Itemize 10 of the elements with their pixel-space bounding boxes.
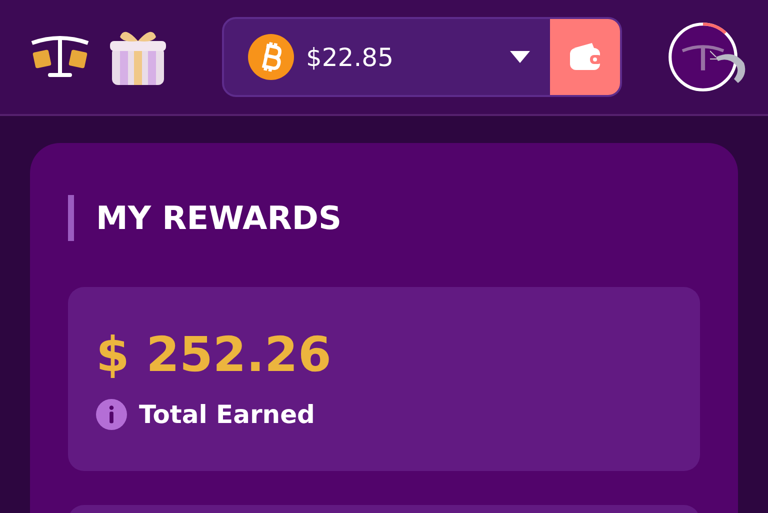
rewards-title: MY REWARDS	[96, 199, 342, 237]
balance-selector[interactable]: $22.85	[222, 17, 622, 97]
avatar-progress-ring[interactable]	[666, 20, 740, 94]
bitcoin-icon	[248, 34, 294, 80]
total-earned-amount: $ 252.26	[96, 327, 332, 383]
wallet-button[interactable]	[550, 19, 620, 95]
balance-amount: $22.85	[306, 42, 394, 72]
total-earned-label: Total Earned	[139, 400, 315, 429]
caret-icon[interactable]	[510, 51, 530, 63]
info-icon[interactable]	[96, 399, 127, 430]
